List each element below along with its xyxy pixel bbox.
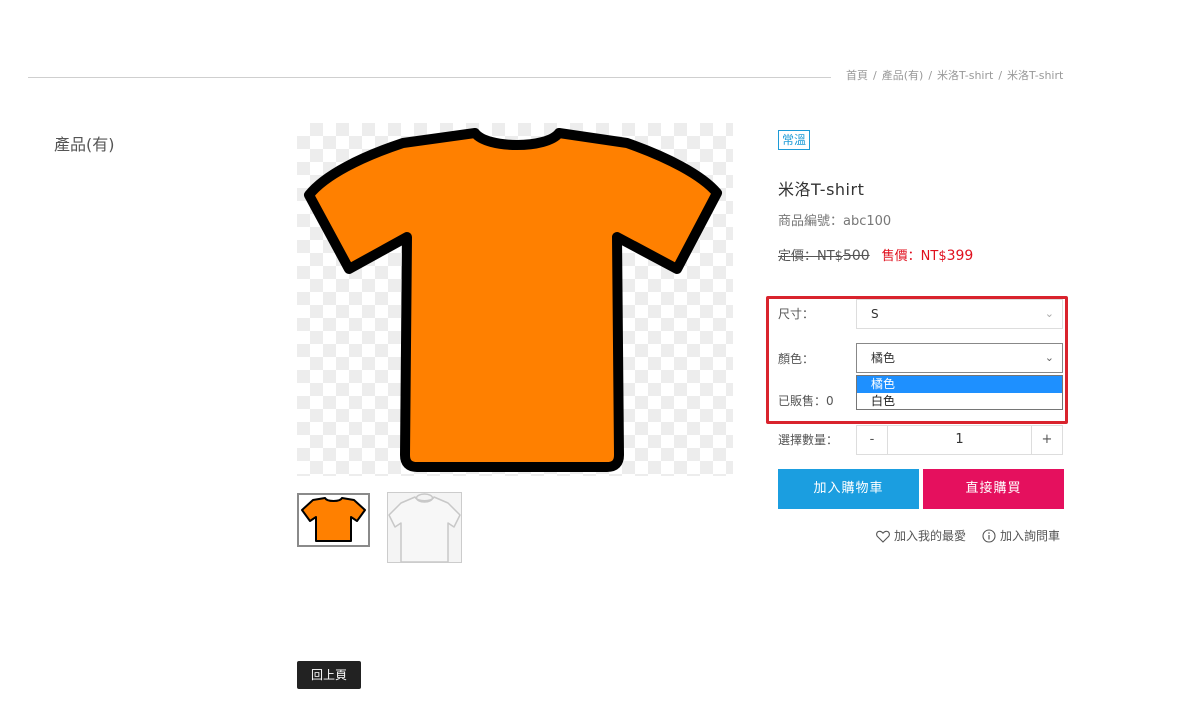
header-divider	[28, 77, 831, 78]
color-option-orange[interactable]: 橘色	[857, 376, 1062, 393]
product-code: 商品編號：abc100	[778, 214, 892, 229]
breadcrumb-product[interactable]: 米洛T-shirt	[937, 69, 993, 82]
add-inquiry-link[interactable]: 加入詢問車	[982, 527, 1060, 544]
buy-now-button[interactable]: 直接購買	[923, 469, 1064, 509]
sold-count: 已販售：0	[778, 394, 834, 408]
chevron-down-icon: ⌄	[1044, 351, 1054, 364]
quantity-label: 選擇數量：	[778, 433, 839, 447]
heart-icon	[876, 530, 890, 543]
size-label: 尺寸：	[778, 307, 815, 321]
breadcrumb-home[interactable]: 首頁	[846, 69, 868, 82]
size-select-value: S	[871, 307, 879, 321]
product-name: 米洛T-shirt	[778, 180, 865, 199]
quantity-decrease-button[interactable]: -	[857, 426, 888, 454]
thumbnail-white-tshirt[interactable]	[387, 492, 462, 563]
add-inquiry-label: 加入詢問車	[1000, 529, 1061, 543]
breadcrumb: 首頁 / 產品(有) / 米洛T-shirt / 米洛T-shirt	[846, 69, 1064, 82]
color-select[interactable]: 橘色 ⌄	[856, 343, 1063, 373]
size-select[interactable]: S ⌄	[856, 299, 1063, 329]
price-row: 定價：NT$500 售價：NT$399	[778, 245, 973, 264]
quantity-stepper: - 1 +	[856, 425, 1063, 455]
color-dropdown-list: 橘色 白色	[856, 375, 1063, 410]
chevron-down-icon: ⌄	[1044, 307, 1054, 320]
thumbnail-orange-tshirt[interactable]	[297, 493, 370, 547]
quantity-increase-button[interactable]: +	[1031, 426, 1062, 454]
breadcrumb-current: 米洛T-shirt	[1007, 69, 1064, 82]
add-favorite-label: 加入我的最愛	[894, 529, 967, 543]
color-option-white[interactable]: 白色	[857, 393, 1062, 410]
list-price: 定價：NT$500	[778, 248, 870, 264]
sidebar-category-title[interactable]: 產品(有)	[54, 131, 115, 155]
add-favorite-link[interactable]: 加入我的最愛	[876, 527, 966, 544]
color-select-value: 橘色	[871, 351, 896, 365]
info-icon	[982, 529, 996, 543]
add-to-cart-button[interactable]: 加入購物車	[778, 469, 919, 509]
color-label: 顏色：	[778, 352, 815, 366]
quantity-input[interactable]: 1	[887, 426, 1032, 454]
sale-price: 售價：NT$399	[881, 248, 974, 264]
storage-badge: 常溫	[778, 130, 811, 150]
breadcrumb-category[interactable]: 產品(有)	[882, 69, 924, 82]
product-main-image	[297, 123, 733, 476]
back-button[interactable]: 回上頁	[297, 661, 361, 689]
